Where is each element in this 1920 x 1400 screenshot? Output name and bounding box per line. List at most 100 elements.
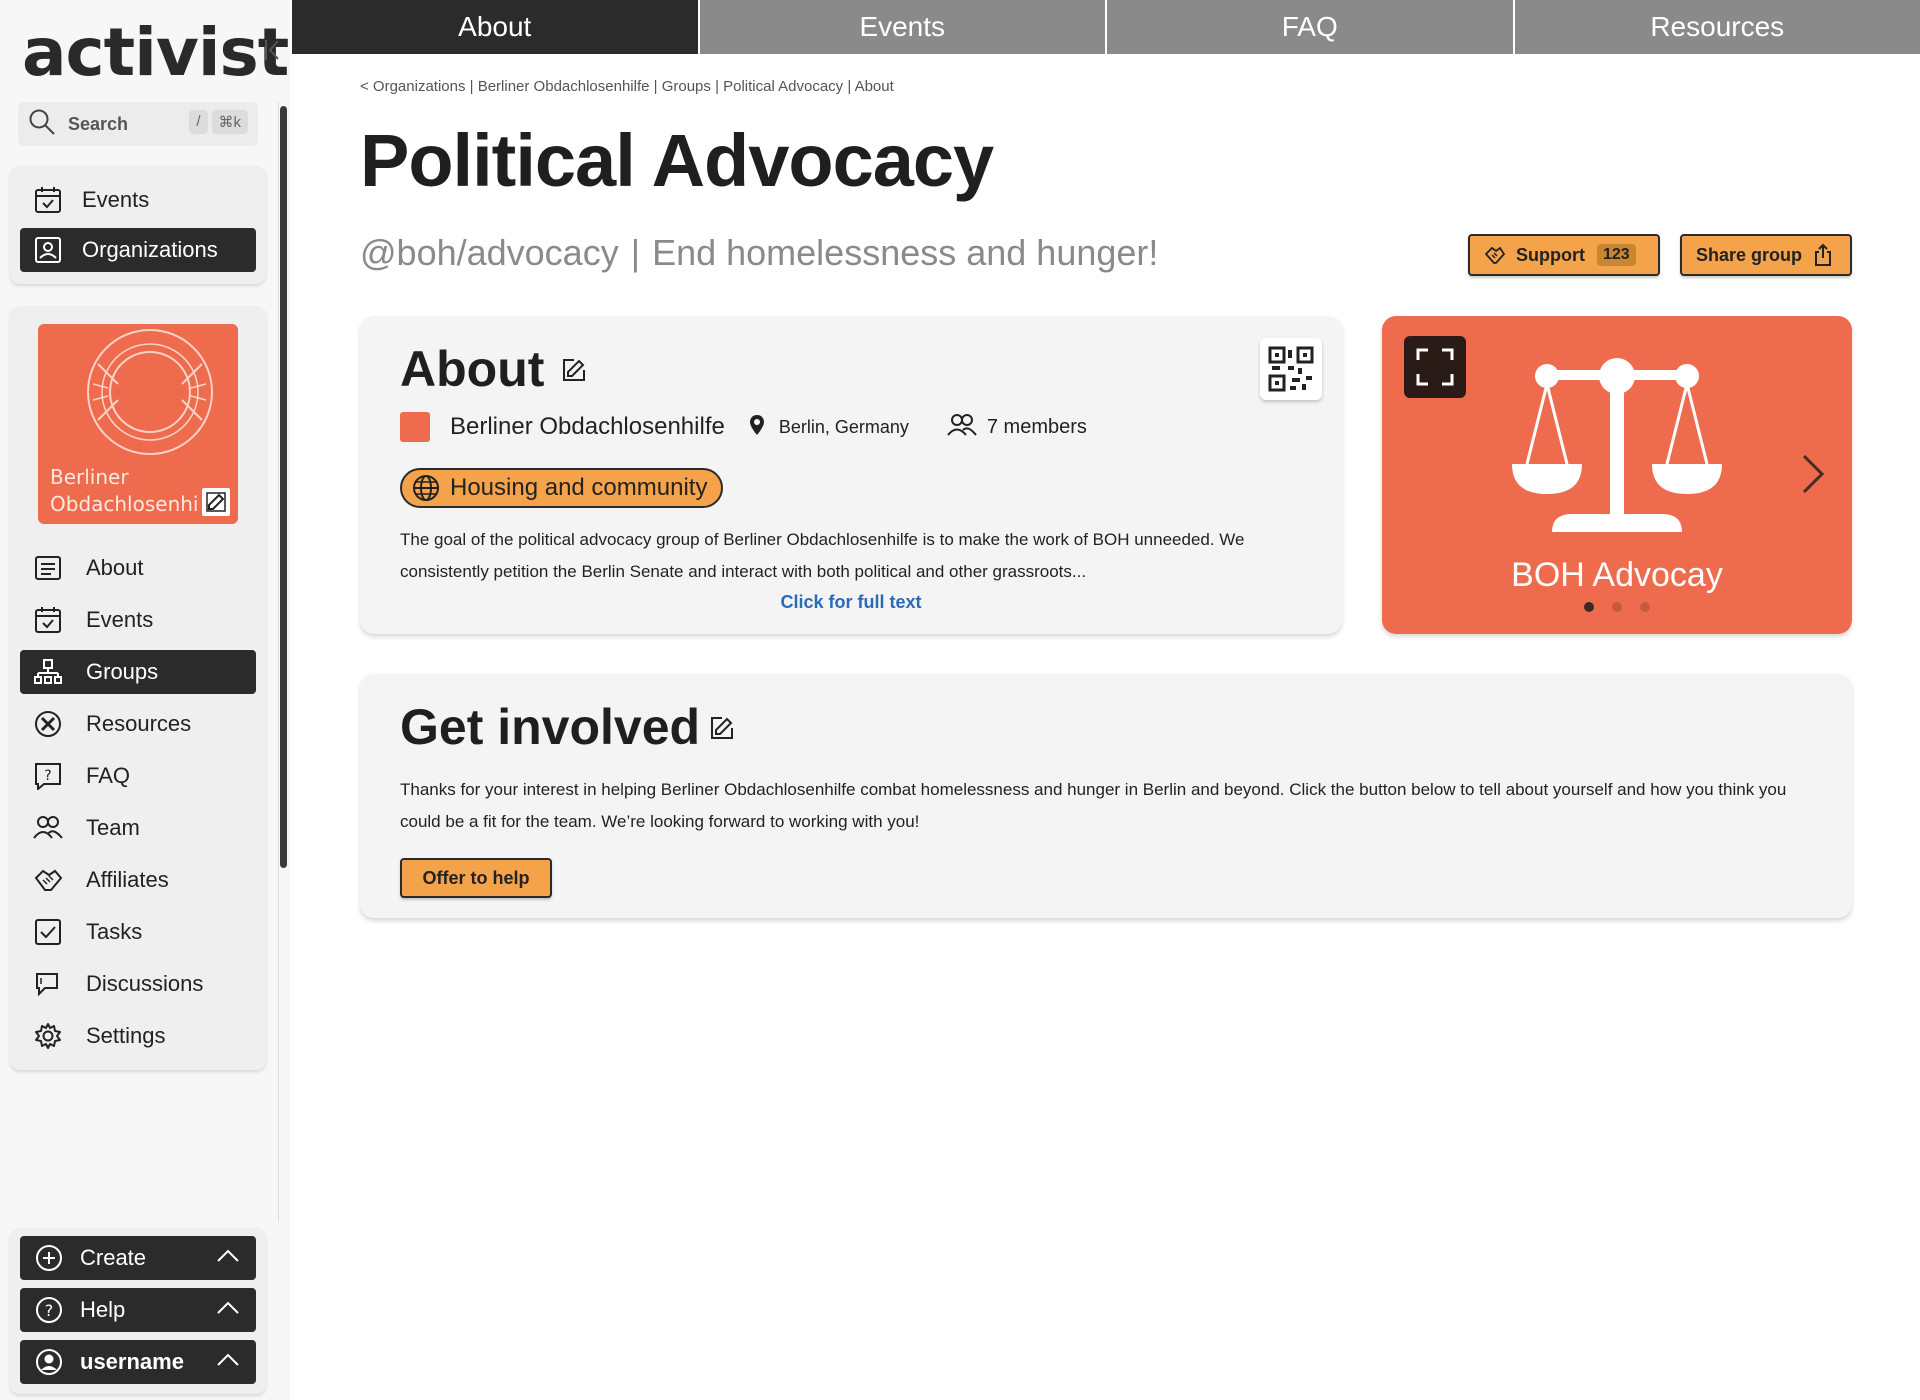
sidebar: activist Search / ⌘k Events Organization… xyxy=(0,0,290,1400)
shortcut-slash: / xyxy=(189,110,208,134)
plus-circle-icon xyxy=(34,1243,64,1273)
qr-code-button[interactable] xyxy=(1260,338,1322,400)
svg-text:?: ? xyxy=(44,768,51,784)
members-icon xyxy=(947,413,977,442)
get-involved-description: Thanks for your interest in helping Berl… xyxy=(400,780,1787,831)
tools-icon xyxy=(32,708,64,740)
gear-icon xyxy=(32,1020,64,1052)
location-text: Berlin, Germany xyxy=(778,416,909,437)
carousel-dot[interactable] xyxy=(1612,602,1622,612)
sidebar-scrollbar-thumb[interactable] xyxy=(280,106,287,868)
search-shortcut: / ⌘k xyxy=(189,110,248,134)
globe-icon xyxy=(412,474,440,502)
help-button[interactable]: ? Help xyxy=(20,1288,256,1332)
about-description: The goal of the political advocacy group… xyxy=(400,530,1245,581)
user-menu-button[interactable]: username xyxy=(20,1340,256,1384)
share-group-button[interactable]: Share group xyxy=(1680,234,1852,276)
support-icon xyxy=(1484,244,1506,266)
tab-about[interactable]: About xyxy=(292,0,698,54)
sidebar-item-label: Affiliates xyxy=(86,867,169,892)
sidebar-item-organizations[interactable]: Organizations xyxy=(20,228,256,272)
sidebar-item-label: FAQ xyxy=(86,763,131,788)
user-avatar-icon xyxy=(34,1347,64,1377)
svg-text:?: ? xyxy=(45,1301,54,1320)
app-logo[interactable]: activist xyxy=(22,14,289,91)
sidebar-item-events[interactable]: Events xyxy=(20,598,256,642)
sidebar-bottom-card: Create ? Help username xyxy=(10,1228,266,1394)
subtitle-separator: | xyxy=(630,232,641,273)
topic-badge[interactable]: Housing and community xyxy=(400,468,724,508)
about-title: About xyxy=(400,341,545,397)
scales-of-justice-icon xyxy=(1512,358,1722,532)
sidebar-item-label: Team xyxy=(86,815,140,840)
help-label: Help xyxy=(80,1297,126,1322)
about-meta: Berliner Obdachlosenhilfe Berlin, German… xyxy=(400,412,1087,442)
sidebar-item-label: Events xyxy=(82,187,150,212)
collapse-sidebar-icon[interactable] xyxy=(262,34,284,66)
org-name-link[interactable]: Berliner Obdachlosenhilfe xyxy=(450,413,725,441)
top-nav-card: Events Organizations xyxy=(10,166,266,284)
sidebar-item-label: Groups xyxy=(86,659,159,684)
edit-get-involved-icon[interactable] xyxy=(710,716,734,745)
share-icon xyxy=(1814,243,1832,267)
sidebar-item-about[interactable]: About xyxy=(20,546,256,590)
tab-resources[interactable]: Resources xyxy=(1512,0,1920,54)
media-caption: BOH Advocay xyxy=(1511,556,1723,594)
members-count[interactable]: 7 members xyxy=(987,416,1087,439)
sidebar-item-resources[interactable]: Resources xyxy=(20,702,256,746)
fullscreen-icon xyxy=(1416,348,1454,386)
fullscreen-button[interactable] xyxy=(1404,336,1466,398)
sidebar-item-label: Discussions xyxy=(86,971,204,996)
document-icon xyxy=(32,552,64,584)
full-text-link[interactable]: Click for full text xyxy=(360,592,1342,613)
sidebar-item-faq[interactable]: ? FAQ xyxy=(20,754,256,798)
page-tabs: About Events FAQ Resources xyxy=(292,0,1920,54)
carousel-dot[interactable] xyxy=(1640,602,1650,612)
topic-label: Housing and community xyxy=(450,474,708,501)
tab-events[interactable]: Events xyxy=(697,0,1105,54)
sidebar-item-label: Events xyxy=(86,607,154,632)
search-input[interactable]: Search / ⌘k xyxy=(18,102,258,146)
organization-icon xyxy=(32,234,64,266)
carousel-next-icon[interactable] xyxy=(1800,452,1826,501)
group-tagline: End homelessness and hunger! xyxy=(652,232,1159,273)
edit-org-image-button[interactable] xyxy=(200,486,232,518)
sidebar-item-team[interactable]: Team xyxy=(20,806,256,850)
sidebar-item-settings[interactable]: Settings xyxy=(20,1014,256,1058)
username-label: username xyxy=(80,1349,184,1374)
about-card: About Berliner Obdachlosenhilfe Berlin, … xyxy=(360,316,1342,634)
breadcrumb[interactable]: < Organizations | Berliner Obdachlosenhi… xyxy=(360,78,894,95)
qr-code-icon xyxy=(1268,346,1314,392)
handshake-icon xyxy=(32,864,64,896)
calendar-check-icon xyxy=(32,184,64,216)
checkbox-icon xyxy=(32,916,64,948)
sidebar-item-affiliates[interactable]: Affiliates xyxy=(20,858,256,902)
sidebar-item-groups[interactable]: Groups xyxy=(20,650,256,694)
tab-faq[interactable]: FAQ xyxy=(1105,0,1513,54)
support-label: Support xyxy=(1516,244,1585,265)
chevron-up-icon xyxy=(216,1246,240,1272)
chevron-up-icon xyxy=(216,1350,240,1376)
support-count: 123 xyxy=(1597,244,1636,266)
sidebar-item-events[interactable]: Events xyxy=(20,178,256,222)
create-button[interactable]: Create xyxy=(20,1236,256,1280)
calendar-check-icon xyxy=(32,604,64,636)
search-icon xyxy=(28,108,56,141)
carousel-dot[interactable] xyxy=(1584,602,1594,612)
sidebar-item-label: Organizations xyxy=(82,237,218,262)
page-title: Political Advocacy xyxy=(360,119,994,202)
sidebar-item-label: About xyxy=(86,555,144,580)
sidebar-item-label: Tasks xyxy=(86,919,143,944)
support-button[interactable]: Support 123 xyxy=(1468,234,1660,276)
org-image[interactable]: Berliner Obdachlosenhilfe xyxy=(38,324,238,524)
share-label: Share group xyxy=(1696,244,1803,265)
edit-about-icon[interactable] xyxy=(562,358,586,387)
help-circle-icon: ? xyxy=(34,1295,64,1325)
org-nav-card: Berliner Obdachlosenhilfe About Events G… xyxy=(10,306,266,1070)
sidebar-item-tasks[interactable]: Tasks xyxy=(20,910,256,954)
offer-to-help-button[interactable]: Offer to help xyxy=(400,858,552,898)
shortcut-cmd: ⌘k xyxy=(211,110,248,134)
sidebar-item-discussions[interactable]: Discussions xyxy=(20,962,256,1006)
org-thumbnail[interactable] xyxy=(400,412,430,442)
org-menu: About Events Groups Resources ? FAQ Team… xyxy=(20,546,256,1066)
